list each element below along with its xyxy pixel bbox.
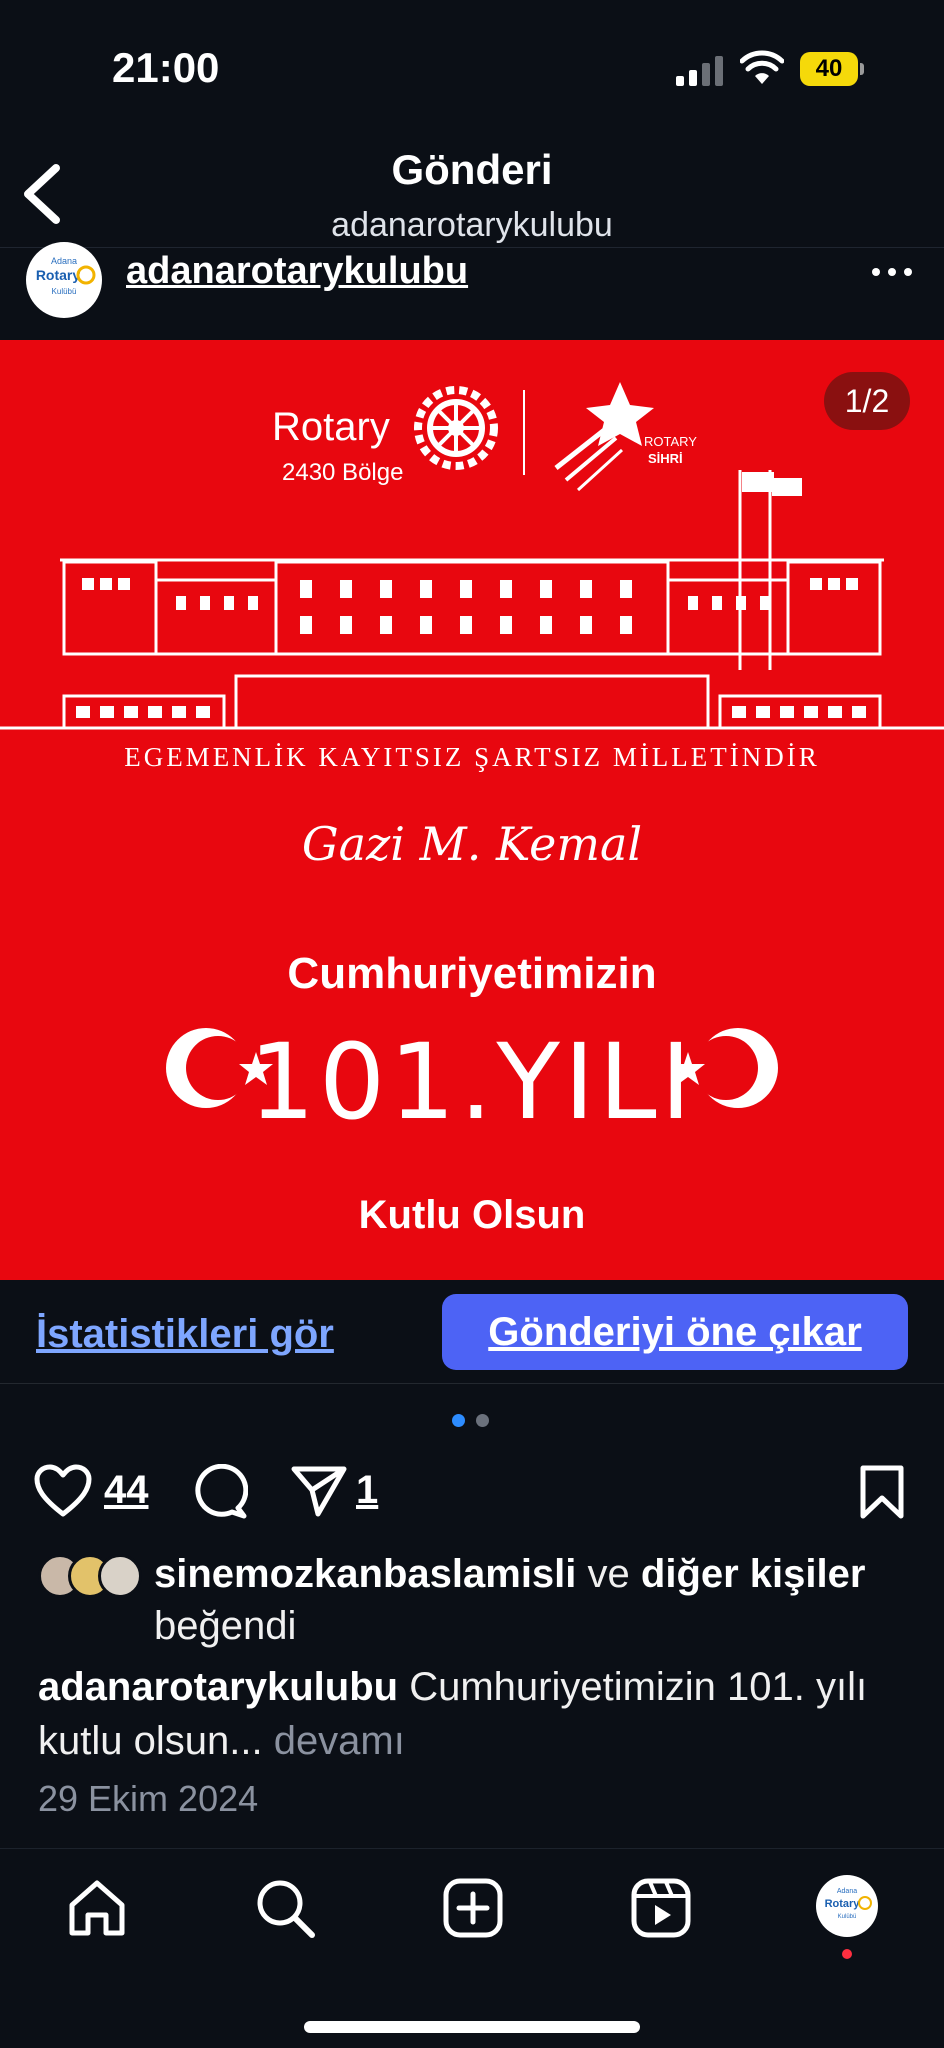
- profile-avatar[interactable]: Adana Rotary Kulübü: [816, 1875, 878, 1937]
- status-time: 21:00: [112, 44, 220, 91]
- notification-dot: [842, 1949, 852, 1959]
- engagement-bar: 44 1: [0, 1450, 944, 1530]
- boost-post-button[interactable]: Gönderiyi öne çıkar: [442, 1294, 908, 1370]
- post-caption: adanarotarykulubu Cumhuriyetimizin 101. …: [38, 1660, 918, 1768]
- parliament-building-illustration: [0, 470, 944, 730]
- signature: Gazi M. Kemal: [302, 817, 642, 871]
- motto-text: EGEMENLİK KAYITSIZ ŞARTSIZ MİLLETİNDİR: [124, 742, 820, 772]
- liker-others: diğer kişiler: [640, 1552, 866, 1596]
- post-owner-actions: İstatistikleri gör Gönderiyi öne çıkar: [0, 1284, 944, 1384]
- carousel-indicator: [452, 1414, 492, 1428]
- home-indicator: [304, 2021, 640, 2033]
- home-icon[interactable]: [64, 1875, 130, 1941]
- district-text: 2430 Bölge: [282, 459, 403, 486]
- flags-icon: [742, 472, 802, 496]
- liker-avatar: [98, 1554, 142, 1598]
- likes-text[interactable]: sinemozkanbaslamisli ve diğer kişiler be…: [154, 1548, 914, 1652]
- status-bar: 21:00 40: [0, 0, 944, 140]
- comment-icon[interactable]: [192, 1464, 248, 1520]
- heart-icon[interactable]: [34, 1464, 92, 1518]
- view-insights-link[interactable]: İstatistikleri gör: [36, 1312, 334, 1357]
- caption-author[interactable]: adanarotarykulubu: [38, 1665, 398, 1709]
- headline-line1: Cumhuriyetimizin: [287, 949, 656, 998]
- more-options-icon[interactable]: [864, 254, 920, 290]
- partner-top: ROTARY: [644, 434, 697, 449]
- post-image[interactable]: Rotary 2430 Bölge ROTARY SİHRİ EGEMENLİK…: [0, 340, 944, 1280]
- author-avatar[interactable]: Adana Rotary Kulübü: [26, 242, 102, 318]
- avatar-text-2: Rotary: [36, 267, 81, 283]
- rotary-wheel-icon: [414, 386, 498, 470]
- avatar-text-1: Adana: [51, 256, 77, 266]
- like-count[interactable]: 44: [104, 1468, 149, 1513]
- create-post-icon[interactable]: [440, 1875, 506, 1941]
- reels-icon[interactable]: [628, 1875, 694, 1941]
- nav-avatar-text-1: Adana: [837, 1888, 857, 1895]
- likes-summary: sinemozkanbaslamisli ve diğer kişiler be…: [0, 1548, 944, 1658]
- bottom-navigation: Adana Rotary Kulübü: [0, 1848, 944, 2048]
- image-counter: 1/2: [824, 372, 910, 430]
- partner-bottom: SİHRİ: [648, 451, 683, 466]
- cellular-signal-icon: [676, 56, 723, 86]
- rotary-sihri-logo-icon: [554, 382, 654, 492]
- republic-day-artwork: Rotary 2430 Bölge ROTARY SİHRİ EGEMENLİK…: [0, 382, 944, 1237]
- search-icon[interactable]: [252, 1875, 318, 1941]
- avatar-text-3: Kulübü: [52, 287, 77, 296]
- page-header: Gönderi adanarotarykulubu: [0, 140, 944, 248]
- share-icon[interactable]: [290, 1464, 348, 1518]
- headline-line2: 101.YILI: [249, 1021, 695, 1143]
- post-date: 29 Ekim 2024: [38, 1778, 259, 1819]
- headline-line3: Kutlu Olsun: [359, 1193, 586, 1237]
- caption-more-link[interactable]: devamı: [263, 1719, 405, 1763]
- post-author-row: Adana Rotary Kulübü adanarotarykulubu: [0, 242, 944, 338]
- author-username[interactable]: adanarotarykulubu: [126, 250, 468, 293]
- page-title: Gönderi: [391, 146, 553, 193]
- bookmark-icon[interactable]: [858, 1464, 906, 1520]
- nav-avatar-text-3: Kulübü: [838, 1914, 857, 1920]
- carousel-dot: [476, 1414, 489, 1427]
- nav-avatar-text-2: Rotary: [825, 1898, 861, 1910]
- wifi-icon: [740, 50, 784, 84]
- share-count[interactable]: 1: [356, 1468, 378, 1513]
- liker-username: sinemozkanbaslamisli: [154, 1552, 577, 1596]
- carousel-dot-active: [452, 1414, 465, 1427]
- liker-avatars[interactable]: [38, 1554, 148, 1600]
- rotary-brand: Rotary: [272, 405, 390, 449]
- page-subtitle: adanarotarykulubu: [331, 206, 613, 244]
- battery-icon: 40: [800, 52, 864, 86]
- battery-level: 40: [800, 52, 858, 86]
